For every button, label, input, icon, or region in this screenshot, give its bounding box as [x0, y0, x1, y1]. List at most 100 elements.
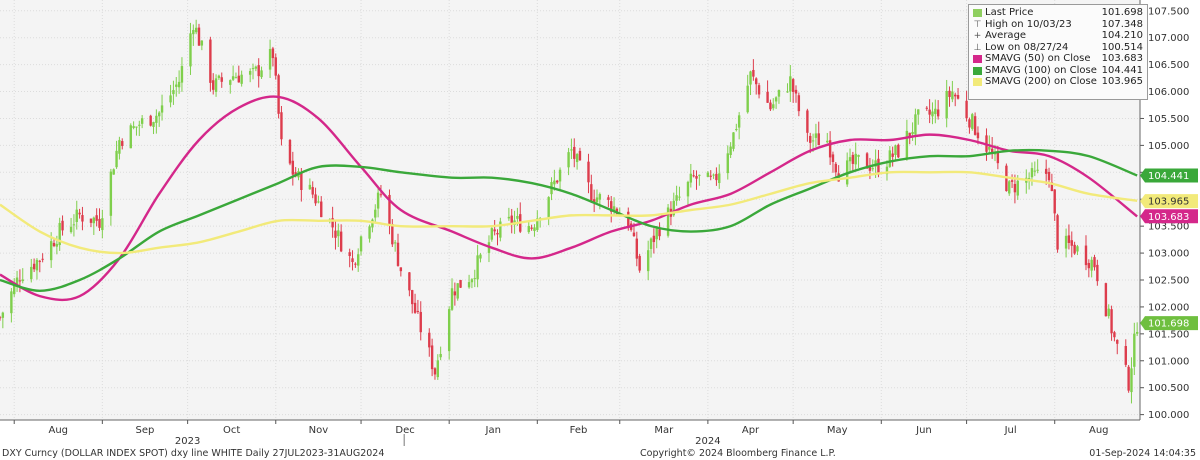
candle-body	[755, 78, 758, 85]
candle-body	[971, 114, 974, 129]
candle-body	[598, 194, 602, 200]
last-value-tag: 104.441	[1140, 168, 1198, 183]
candle-body	[777, 89, 781, 97]
candle-body	[334, 230, 337, 238]
candle-body	[590, 184, 593, 202]
candle-body	[359, 236, 363, 252]
candle-body	[646, 250, 650, 272]
candle-body	[1044, 168, 1048, 174]
candle-body	[271, 48, 275, 59]
footer-security-description: DXY Curncy (DOLLAR INDEX SPOT) dxy line …	[2, 448, 385, 459]
candle-body	[806, 110, 809, 133]
legend-value: 103.965	[1101, 76, 1143, 87]
candle-body	[666, 207, 670, 236]
candle-body	[160, 105, 164, 113]
candle-body	[1076, 246, 1079, 252]
candle-body	[81, 215, 84, 222]
candle-body	[180, 66, 184, 83]
candle-body	[118, 140, 121, 154]
candle-body	[101, 218, 104, 231]
candle-body	[175, 84, 178, 87]
candle-body	[655, 228, 658, 240]
candle-body	[973, 116, 977, 135]
x-year-label: 2023	[175, 436, 200, 446]
candle-body	[132, 126, 135, 128]
last-value-tag: 103.683	[1140, 209, 1198, 224]
y-tick-label: 103.000	[1148, 249, 1189, 260]
candle-body	[155, 115, 158, 123]
candle-body	[857, 154, 860, 157]
candle-body	[851, 154, 855, 164]
candle-body	[177, 81, 181, 88]
candle-body	[945, 91, 948, 119]
candle-body	[55, 243, 59, 247]
candle-body	[917, 109, 920, 115]
candle-body	[98, 218, 101, 228]
candle-body	[1, 312, 5, 318]
candle-body	[1084, 245, 1088, 266]
candle-body	[433, 368, 437, 375]
x-month-label: Mar	[654, 425, 674, 436]
candle-body	[112, 169, 115, 175]
candle-body	[149, 115, 152, 126]
candle-body	[411, 290, 414, 305]
legend: Last Price 101.698 ⊤ High on 10/03/23 107.34…	[968, 4, 1148, 100]
candle-body	[1090, 259, 1093, 271]
candle-body	[476, 255, 479, 280]
legend-entry: SMAVG (200) on Close 103.965	[973, 76, 1143, 88]
y-tick-label: 102.500	[1148, 276, 1189, 287]
candle-body	[1107, 308, 1110, 317]
x-month-label: Sep	[136, 425, 155, 436]
candle-body	[905, 130, 909, 159]
candle-body	[706, 172, 710, 177]
candle-body	[374, 209, 377, 218]
candle-body	[311, 187, 314, 195]
legend-value: 103.683	[1101, 53, 1143, 64]
candle-body	[516, 215, 519, 219]
candle-body	[32, 263, 36, 270]
candle-body	[109, 171, 113, 216]
candle-body	[41, 258, 44, 260]
candle-body	[229, 80, 232, 85]
candle-body	[658, 229, 661, 237]
candle-body	[129, 125, 132, 149]
candle-body	[339, 231, 343, 252]
candle-body	[348, 252, 351, 257]
candle-body	[89, 218, 93, 223]
candle-body	[391, 224, 394, 245]
candle-body	[988, 146, 991, 150]
candle-body	[320, 201, 323, 218]
candle-body	[530, 227, 533, 229]
candle-body	[729, 146, 732, 155]
legend-label: Last Price	[985, 7, 1034, 18]
candle-body	[757, 85, 761, 95]
x-month-label: Jun	[915, 425, 932, 436]
candle-body	[368, 226, 371, 239]
candle-body	[357, 254, 360, 266]
candle-body	[248, 71, 252, 75]
candle-body	[928, 109, 931, 115]
candle-body	[413, 302, 417, 313]
candle-body	[1056, 215, 1059, 250]
footer-timestamp: 01-Sep-2024 14:04:35	[1089, 448, 1196, 459]
candle-body	[393, 242, 397, 244]
candle-body	[507, 216, 511, 219]
candle-body	[1047, 171, 1051, 181]
candle-body	[467, 282, 471, 288]
candle-body	[976, 132, 980, 139]
legend-entry: ⊤ High on 10/03/23 107.348	[973, 19, 1143, 31]
candle-body	[399, 267, 403, 272]
candle-body	[217, 75, 221, 78]
x-month-label: May	[827, 425, 848, 436]
legend-swatch	[973, 78, 982, 86]
candle-body	[558, 169, 562, 182]
candle-body	[718, 173, 721, 184]
x-month-label: Feb	[570, 425, 588, 436]
candle-body	[948, 90, 951, 97]
candle-body	[871, 168, 874, 170]
candle-body	[911, 131, 914, 135]
candle-body	[567, 152, 570, 168]
candle-body	[797, 95, 801, 112]
x-month-label: Apr	[742, 425, 760, 436]
candle-body	[831, 154, 835, 163]
